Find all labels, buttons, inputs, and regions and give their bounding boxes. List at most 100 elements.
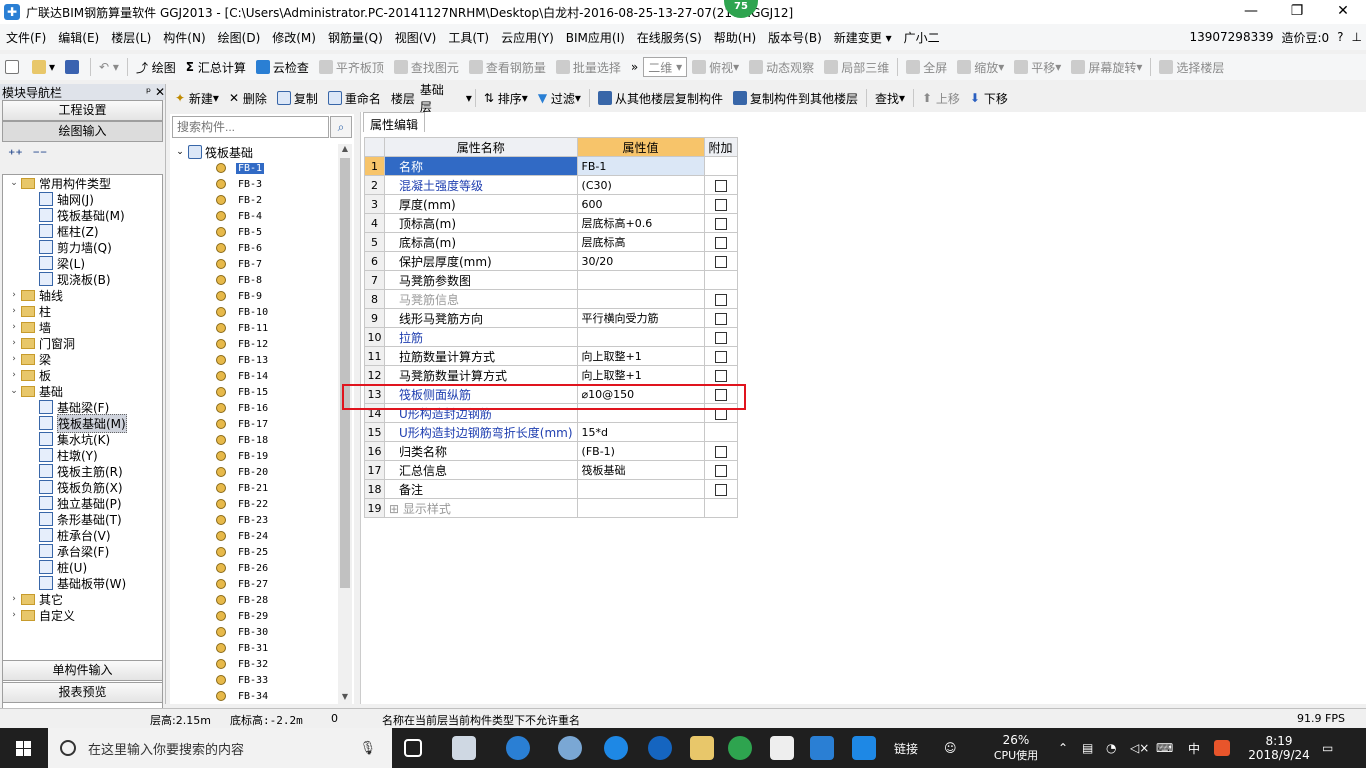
coin-balance[interactable]: 造价豆:0 xyxy=(1277,29,1333,46)
floor-select[interactable]: 基础层 ▾ xyxy=(420,83,472,114)
undo-icon[interactable]: ↶ ▾ xyxy=(94,60,124,74)
minimize-button[interactable]: — xyxy=(1228,0,1274,24)
additional-checkbox[interactable] xyxy=(714,236,727,249)
pan-button[interactable]: 平移 ▾ xyxy=(1009,59,1066,76)
pin-icon[interactable]: ⊥ xyxy=(1348,30,1366,44)
component-list-item[interactable]: FB-31 xyxy=(172,640,338,656)
menu-modify[interactable]: 修改(M) xyxy=(266,29,322,46)
keyboard-icon[interactable]: ⌨ xyxy=(1156,728,1173,768)
component-list-item[interactable]: FB-33 xyxy=(172,672,338,688)
additional-cell[interactable] xyxy=(703,251,738,271)
component-list-item[interactable]: FB-23 xyxy=(172,512,338,528)
glodon-app-icon[interactable] xyxy=(852,736,876,760)
expand-chevron-icon[interactable]: ⌄ xyxy=(9,178,19,188)
edge-icon[interactable] xyxy=(604,736,628,760)
component-list-item[interactable]: FB-25 xyxy=(172,544,338,560)
component-list-item[interactable]: FB-5 xyxy=(172,224,338,240)
additional-cell[interactable] xyxy=(703,308,738,328)
summary-button[interactable]: Σ 汇总计算 xyxy=(181,59,251,76)
additional-checkbox[interactable] xyxy=(714,464,727,477)
more-icon[interactable]: » xyxy=(626,60,643,74)
help-icon[interactable]: ? xyxy=(1333,30,1347,44)
collapse-all-icon[interactable]: ⁻⁻ xyxy=(33,147,48,163)
property-row[interactable]: 11 拉筋数量计算方式 向上取整+1 xyxy=(364,346,738,366)
nav-tree-item[interactable]: 筏板主筋(R) xyxy=(3,463,162,479)
additional-cell[interactable] xyxy=(703,460,738,480)
additional-checkbox[interactable] xyxy=(714,198,727,211)
nav-tree-item[interactable]: › 柱 xyxy=(3,303,162,319)
glodon-g-icon[interactable] xyxy=(810,736,834,760)
menu-file[interactable]: 文件(F) xyxy=(0,29,52,46)
view-rebar-button[interactable]: 查看钢筋量 xyxy=(464,59,551,76)
property-value-cell[interactable] xyxy=(576,289,705,309)
close-button[interactable]: ✕ xyxy=(1320,0,1366,24)
ie-browser-icon[interactable] xyxy=(506,736,530,760)
nav-tree-item[interactable]: 剪力墙(Q) xyxy=(3,239,162,255)
property-row[interactable]: 15 U形构造封边钢筋弯折长度(mm) 15*d xyxy=(364,422,738,442)
property-row[interactable]: 3 厚度(mm) 600 xyxy=(364,194,738,214)
top-view-button[interactable]: 俯视 ▾ xyxy=(687,59,744,76)
property-row[interactable]: 12 马凳筋数量计算方式 向上取整+1 xyxy=(364,365,738,385)
component-list-item[interactable]: FB-11 xyxy=(172,320,338,336)
delete-button[interactable]: ✕ 删除 xyxy=(224,90,272,107)
component-list-item[interactable]: FB-24 xyxy=(172,528,338,544)
property-value-cell[interactable]: FB-1 xyxy=(576,156,705,176)
property-row[interactable]: 10 拉筋 xyxy=(364,327,738,347)
local-3d-button[interactable]: 局部三维 xyxy=(819,59,894,76)
menu-tools[interactable]: 工具(T) xyxy=(442,29,495,46)
tray-chevron-icon[interactable]: ⌃ xyxy=(1058,728,1068,768)
component-list-item[interactable]: FB-8 xyxy=(172,272,338,288)
component-list-item[interactable]: FB-32 xyxy=(172,656,338,672)
property-value-cell[interactable]: 30/20 xyxy=(576,251,705,271)
component-list-item[interactable]: FB-34 xyxy=(172,688,338,704)
property-value-cell[interactable]: 向上取整+1 xyxy=(576,346,705,366)
menu-cloud[interactable]: 云应用(Y) xyxy=(495,29,560,46)
component-list-item[interactable]: FB-17 xyxy=(172,416,338,432)
component-list-item[interactable]: FB-3 xyxy=(172,176,338,192)
property-row[interactable]: 17 汇总信息 筏板基础 xyxy=(364,460,738,480)
additional-cell[interactable] xyxy=(703,365,738,385)
move-down-button[interactable]: ⬇ 下移 xyxy=(965,90,1013,107)
property-value-cell[interactable]: 15*d xyxy=(576,422,705,442)
find-element-button[interactable]: 查找图元 xyxy=(389,59,464,76)
nav-tree-item[interactable]: 集水坑(K) xyxy=(3,431,162,447)
task-view-icon[interactable] xyxy=(404,739,422,757)
property-row[interactable]: 1 名称 FB-1 xyxy=(364,156,738,176)
property-row[interactable]: 5 底标高(m) 层底标高 xyxy=(364,232,738,252)
nav-tree-item[interactable]: 条形基础(T) xyxy=(3,511,162,527)
component-list-item[interactable]: FB-15 xyxy=(172,384,338,400)
property-row[interactable]: 9 线形马凳筋方向 平行横向受力筋 xyxy=(364,308,738,328)
network-icon[interactable]: ▤ xyxy=(1082,728,1093,768)
collapse-chevron-icon[interactable]: › xyxy=(9,594,19,604)
collapse-chevron-icon[interactable]: › xyxy=(9,370,19,380)
nav-tree-item[interactable]: 桩承台(V) xyxy=(3,527,162,543)
additional-checkbox[interactable] xyxy=(714,483,727,496)
component-list-item[interactable]: FB-30 xyxy=(172,624,338,640)
nav-tree-item[interactable]: › 自定义 xyxy=(3,607,162,623)
property-row[interactable]: 4 顶标高(m) 层底标高+0.6 xyxy=(364,213,738,233)
nav-tree-item[interactable]: 现浇板(B) xyxy=(3,271,162,287)
collapse-chevron-icon[interactable]: › xyxy=(9,290,19,300)
scroll-down-icon[interactable]: ▼ xyxy=(338,692,352,704)
component-group[interactable]: ⌄ 筏板基础 xyxy=(172,144,338,160)
nav-tree-item[interactable]: › 轴线 xyxy=(3,287,162,303)
project-settings-button[interactable]: 工程设置 xyxy=(2,100,163,121)
nav-tree-item[interactable]: 柱墩(Y) xyxy=(3,447,162,463)
tab-property-edit[interactable]: 属性编辑 xyxy=(363,112,426,132)
chrome-like-icon[interactable] xyxy=(558,736,582,760)
batch-select-button[interactable]: 批量选择 xyxy=(551,59,626,76)
property-row[interactable]: 2 混凝土强度等级 (C30) xyxy=(364,175,738,195)
fan-app-icon[interactable] xyxy=(452,736,476,760)
nav-tree-item[interactable]: 筏板负筋(X) xyxy=(3,479,162,495)
expand-all-icon[interactable]: ⁺⁺ xyxy=(8,147,23,163)
property-value-cell[interactable]: 向上取整+1 xyxy=(576,365,705,385)
component-list-item[interactable]: FB-9 xyxy=(172,288,338,304)
component-list-item[interactable]: FB-26 xyxy=(172,560,338,576)
save-icon[interactable] xyxy=(60,60,87,74)
collapse-chevron-icon[interactable]: ⌄ xyxy=(172,147,188,157)
component-list-item[interactable]: FB-18 xyxy=(172,432,338,448)
wifi-icon[interactable]: ◔ xyxy=(1106,728,1116,768)
volume-icon[interactable]: ◁× xyxy=(1130,728,1149,768)
draw-button[interactable]: ⤴ 绘图 xyxy=(131,59,181,76)
property-value-cell[interactable] xyxy=(576,498,705,518)
